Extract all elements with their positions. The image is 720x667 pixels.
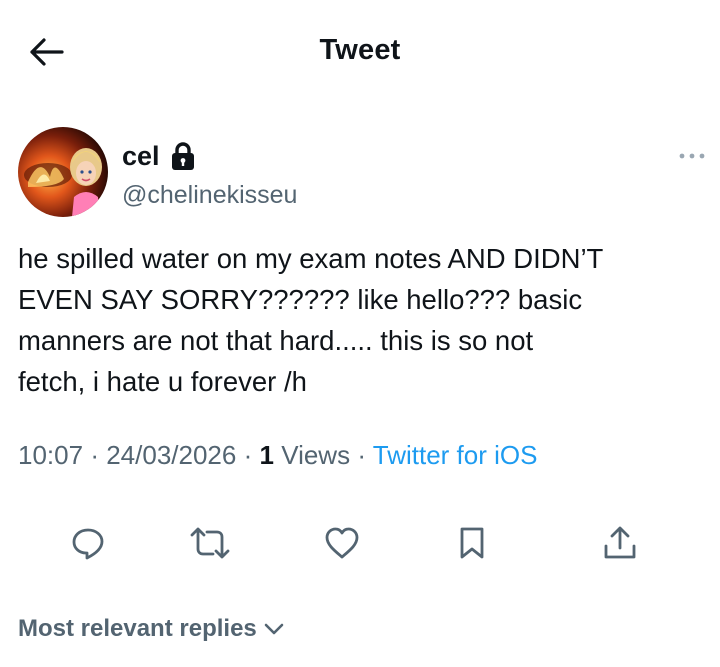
reply-icon bbox=[72, 528, 104, 560]
more-icon bbox=[679, 153, 705, 159]
top-bar: Tweet bbox=[0, 0, 720, 104]
bookmark-button[interactable] bbox=[450, 520, 494, 566]
meta-separator: · bbox=[90, 440, 99, 470]
author-handle[interactable]: @chelinekisseu bbox=[122, 181, 297, 210]
bookmark-icon bbox=[460, 527, 484, 559]
retweet-icon bbox=[190, 527, 230, 559]
replies-sort-dropdown[interactable]: Most relevant replies bbox=[18, 615, 285, 643]
action-bar bbox=[0, 520, 720, 570]
tweet-source-link[interactable]: Twitter for iOS bbox=[373, 440, 538, 470]
retweet-button[interactable] bbox=[188, 520, 232, 566]
more-options-button[interactable] bbox=[676, 145, 708, 167]
chevron-down-icon bbox=[264, 623, 284, 635]
meta-separator: · bbox=[243, 440, 253, 470]
tweet-meta: 10:07 · 24/03/2026 · 1 Views · Twitter f… bbox=[18, 440, 537, 471]
avatar[interactable] bbox=[18, 127, 108, 217]
replies-sort-label: Most relevant replies bbox=[18, 615, 257, 642]
tweet-text: he spilled water on my exam notes AND DI… bbox=[18, 243, 604, 397]
meta-separator: · bbox=[357, 440, 366, 470]
like-icon bbox=[325, 527, 359, 559]
reply-button[interactable] bbox=[66, 520, 110, 566]
tweet-time[interactable]: 10:07 bbox=[18, 440, 83, 470]
views-count[interactable]: 1 bbox=[260, 440, 274, 470]
lock-icon bbox=[170, 141, 196, 171]
page-title: Tweet bbox=[319, 34, 401, 66]
display-name[interactable]: cel bbox=[122, 141, 160, 172]
share-icon bbox=[604, 526, 636, 559]
views-label[interactable]: Views bbox=[281, 440, 350, 470]
like-button[interactable] bbox=[320, 520, 364, 566]
share-button[interactable] bbox=[598, 520, 642, 566]
tweet-date[interactable]: 24/03/2026 bbox=[106, 440, 236, 470]
name-line: cel bbox=[122, 141, 196, 172]
tweet-author: cel @chelinekisseu bbox=[18, 127, 708, 219]
avatar-image bbox=[18, 127, 108, 217]
